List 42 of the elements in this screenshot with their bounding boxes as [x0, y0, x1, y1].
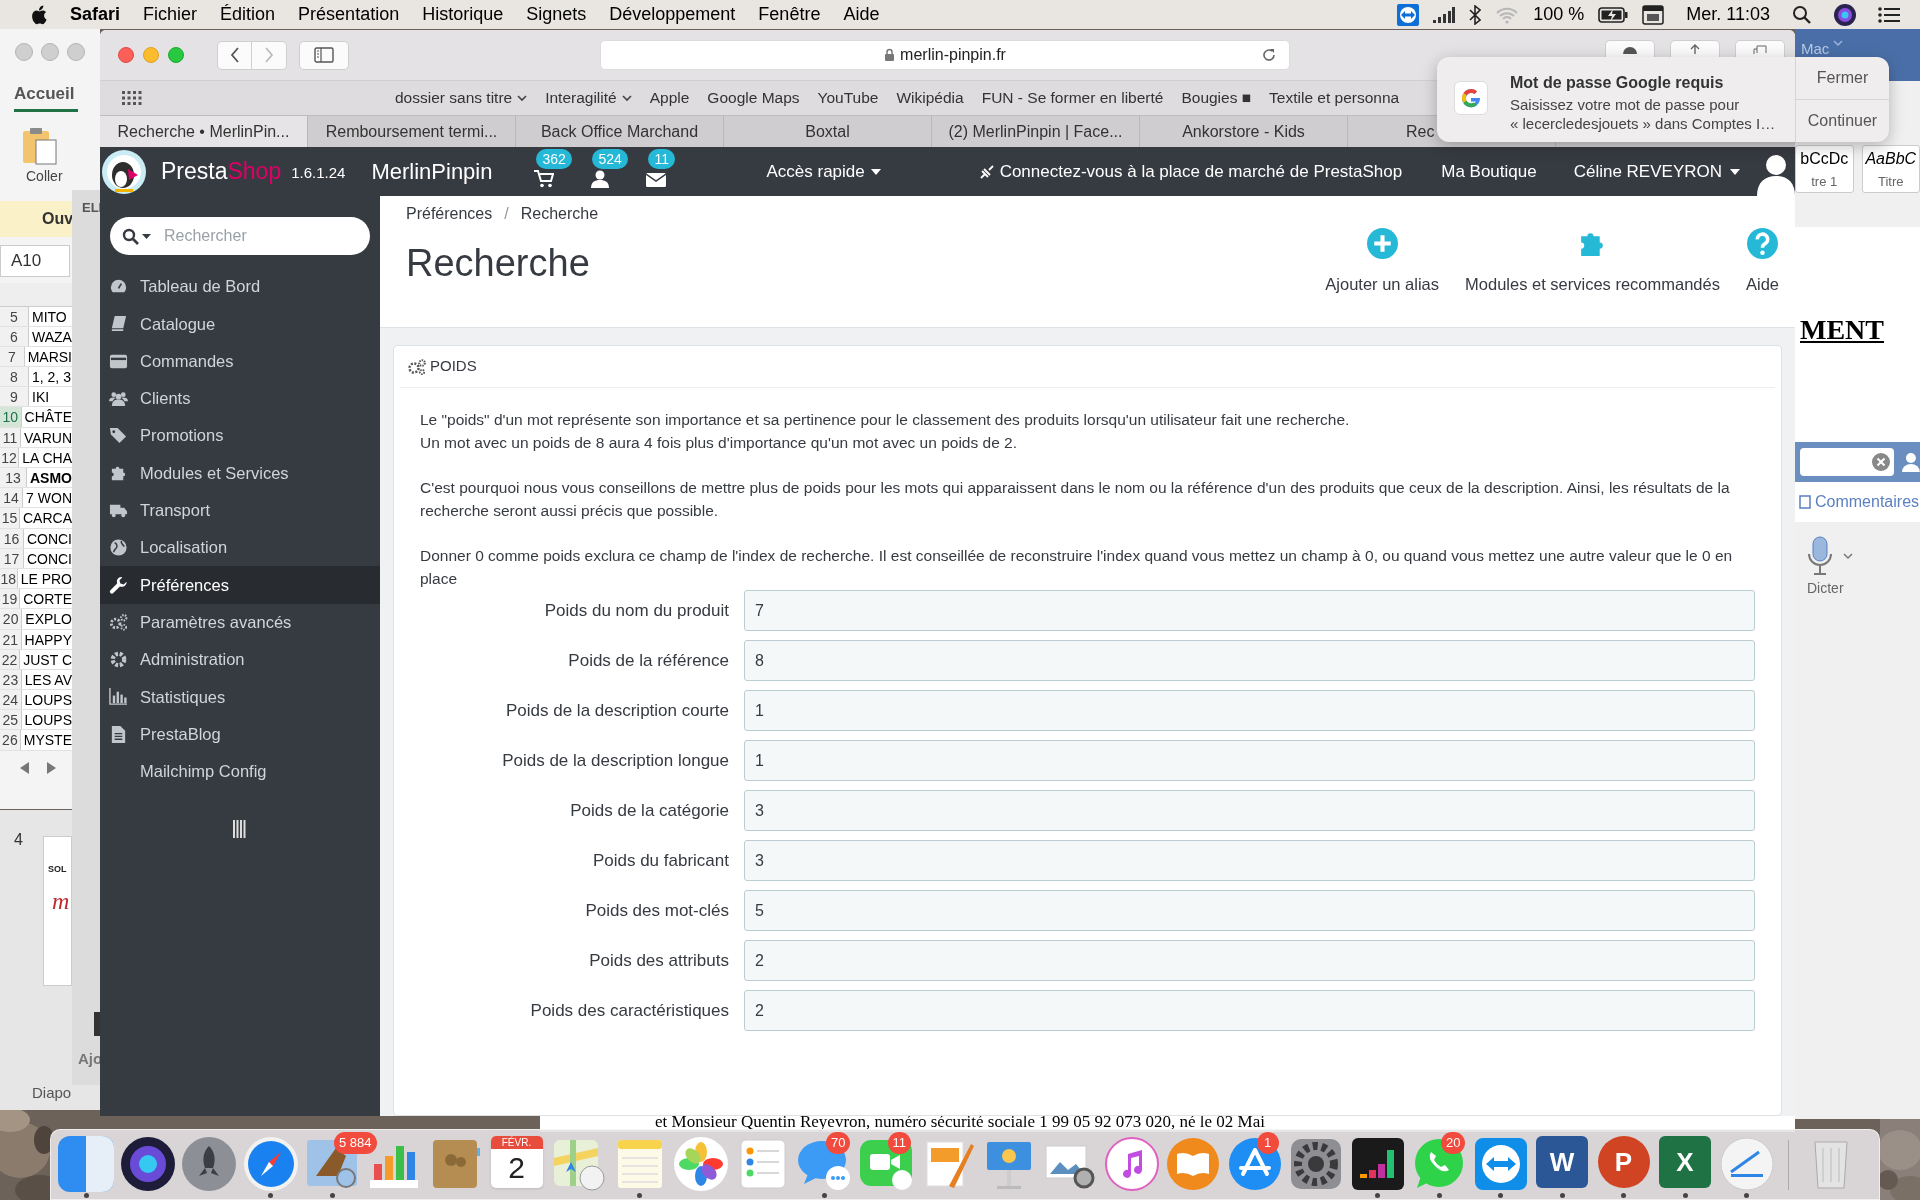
document-heading: MENT	[1800, 313, 1884, 347]
slide-number: 4	[14, 830, 23, 850]
paragraph: Donner 0 comme poids exclura ce champ de l'index de recherche. Il est conseillée de reconstruire l'index quand vous mettez un champ à 0, ou quand vous mettez une autre valeur que le 0 en place	[420, 546, 1734, 589]
count-badge: 11	[648, 149, 676, 169]
version-label: 1.6.1.24	[291, 163, 346, 184]
document-text: et Monsieur Quentin Reyevron, numéro sécurité sociale 1 99 05 92 073 020, né le 02 Mai	[655, 1112, 1265, 1131]
field-label: Poids des attributs	[588, 949, 730, 972]
field-label: Poids de la référence	[567, 649, 730, 672]
count-badge: 11	[887, 1132, 911, 1154]
field-label: Poids de la description courte	[504, 699, 730, 722]
breadcrumb-separator: /	[504, 204, 509, 224]
count-badge: 5 884	[334, 1132, 377, 1154]
paragraph: Un mot avec un poids de 8 aura 4 fois plus d'importance qu'un mot avec un poids de 2.	[420, 433, 1018, 453]
count-badge: 70	[826, 1132, 851, 1154]
count-badge: 20	[1441, 1132, 1466, 1154]
notification-text: Saisissez votre mot de passe pour	[1510, 95, 1741, 114]
battery-percentage: 100 %	[1533, 3, 1585, 26]
field-label: Poids de la catégorie	[569, 799, 730, 822]
field-label: Poids de la description longue	[501, 749, 730, 772]
slide-logo-text: m	[52, 887, 70, 916]
notification-title: Mot de passe Google requis	[1510, 73, 1725, 93]
count-badge: 524	[592, 149, 628, 169]
paragraph: Le "poids" d'un mot représente son importance et sa pertinence pour le classement des produits lorsqu'un utilisateur fait une recherche.	[420, 410, 1351, 430]
field-label: Poids du fabricant	[591, 849, 730, 872]
field-label: Poids du nom du produit	[543, 599, 730, 622]
count-badge: 362	[536, 149, 572, 169]
field-label: Poids des mot-clés	[584, 899, 730, 922]
field-label: Poids des caractéristiques	[529, 999, 730, 1022]
slide-text: SOL	[48, 863, 67, 876]
breadcrumb-current: Recherche	[520, 204, 599, 224]
paragraph: C'est pourquoi nous vous conseillons de mettre plus de poids pour les mots qui apparaissent dans le nom ou la référence d'un des produits que ceux de la description. Ainsi, les résultats de la recherche seront aussi précis que possible.	[420, 478, 1731, 521]
url-text: merlin-pinpin.fr	[900, 45, 1006, 65]
panel-heading: POIDS	[430, 356, 477, 377]
icon-letter: X	[1676, 1145, 1694, 1179]
month-label: FÉVR.	[490, 1136, 543, 1149]
page-title: Recherche	[406, 241, 591, 286]
day-label: 2	[508, 1150, 525, 1186]
icon-letter: P	[1614, 1145, 1633, 1179]
message-bar-text: Ouv	[42, 208, 74, 229]
status-label: Diapo	[32, 1084, 72, 1102]
notification-text: « lecercledesjouets » dans Comptes I…	[1510, 114, 1776, 133]
icon-letter: W	[1549, 1145, 1575, 1179]
